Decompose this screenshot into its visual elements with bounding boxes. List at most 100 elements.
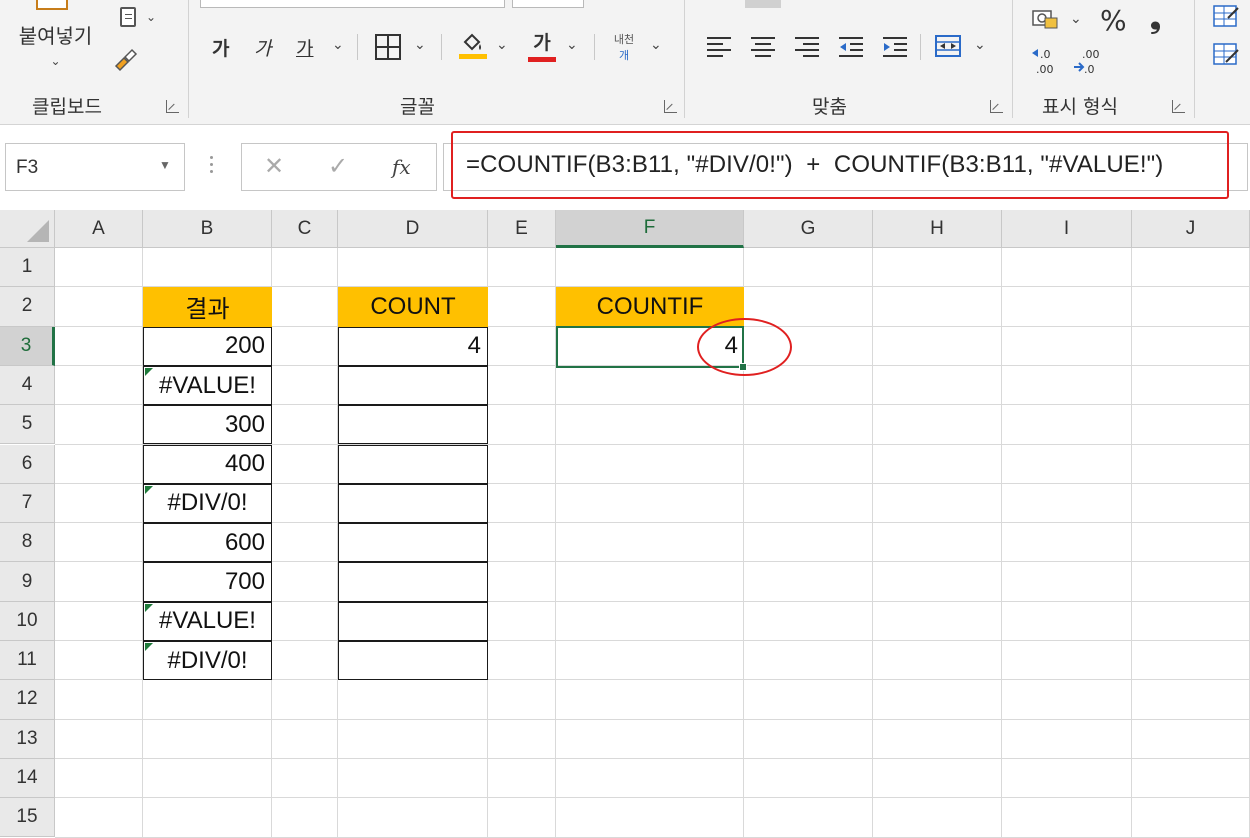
cell-d8[interactable] xyxy=(338,523,488,563)
font-color-dropdown-icon[interactable]: ⌄ xyxy=(566,36,578,53)
font-launcher-icon[interactable] xyxy=(664,100,677,113)
cell-d4[interactable] xyxy=(338,365,488,406)
cell-d10[interactable] xyxy=(338,601,488,641)
borders-dropdown-icon[interactable]: ⌄ xyxy=(414,36,426,53)
bold-button[interactable]: 가 xyxy=(212,34,229,61)
column-header-h[interactable]: H xyxy=(873,210,1002,248)
accounting-dropdown-icon[interactable]: ⌄ xyxy=(1070,10,1082,27)
align-right-button[interactable] xyxy=(792,32,822,60)
paste-button[interactable]: 붙여넣기 ⌄ xyxy=(8,0,103,80)
percent-button[interactable]: % xyxy=(1100,4,1127,37)
row-header-9[interactable]: 9 xyxy=(0,562,55,602)
decrease-indent-button[interactable] xyxy=(836,32,866,60)
cancel-icon[interactable]: ✕ xyxy=(264,152,284,181)
row-header-12[interactable]: 12 xyxy=(0,680,55,720)
format-painter-button[interactable] xyxy=(108,42,142,76)
cell-b3[interactable]: 200 xyxy=(143,326,272,366)
column-header-f[interactable]: F xyxy=(556,210,744,248)
row-header-1[interactable]: 1 xyxy=(0,248,55,288)
font-color-button[interactable]: 가 xyxy=(526,28,558,62)
cell-d2[interactable]: COUNT xyxy=(338,287,488,327)
decrease-decimal-button[interactable]: .00.0 xyxy=(1072,44,1104,78)
italic-button[interactable]: 가 xyxy=(254,34,271,61)
row-header-11[interactable]: 11 xyxy=(0,641,55,681)
font-size-box[interactable] xyxy=(512,0,584,8)
column-header-g[interactable]: G xyxy=(744,210,873,248)
conditional-format-button[interactable] xyxy=(1210,2,1242,32)
cell-b4[interactable]: #VALUE! xyxy=(143,365,272,406)
enter-icon[interactable]: ✓ xyxy=(328,152,348,181)
merge-center-button[interactable] xyxy=(932,32,964,60)
cell-b2[interactable]: 결과 xyxy=(143,287,272,327)
row-header-15[interactable]: 15 xyxy=(0,798,55,838)
row-header-10[interactable]: 10 xyxy=(0,601,55,641)
error-indicator-icon[interactable] xyxy=(145,367,153,376)
column-header-j[interactable]: J xyxy=(1132,210,1250,248)
cell-b7[interactable]: #DIV/0! xyxy=(143,483,272,524)
row-header-13[interactable]: 13 xyxy=(0,719,55,759)
merge-dropdown-icon[interactable]: ⌄ xyxy=(974,36,986,53)
cell-f2[interactable]: COUNTIF xyxy=(556,287,744,327)
insert-function-icon[interactable]: fx xyxy=(392,155,411,179)
underline-button[interactable]: 가 xyxy=(296,34,313,61)
row-header-5[interactable]: 5 xyxy=(0,405,55,445)
cell-d9[interactable] xyxy=(338,562,488,602)
align-top-button[interactable] xyxy=(745,0,781,8)
row-header-7[interactable]: 7 xyxy=(0,483,55,524)
cell-d11[interactable] xyxy=(338,641,488,681)
number-launcher-icon[interactable] xyxy=(1172,100,1185,113)
row-header-4[interactable]: 4 xyxy=(0,365,55,406)
clipboard-launcher-icon[interactable] xyxy=(166,100,179,113)
borders-icon xyxy=(375,34,401,60)
fill-color-button[interactable] xyxy=(456,28,490,62)
cell-d3[interactable]: 4 xyxy=(338,326,488,366)
column-header-c[interactable]: C xyxy=(272,210,338,248)
alignment-launcher-icon[interactable] xyxy=(990,100,1003,113)
select-all-button[interactable] xyxy=(0,210,55,248)
accounting-format-button[interactable] xyxy=(1030,6,1060,32)
copy-button[interactable]: ⌄ xyxy=(108,2,168,32)
cell-b10[interactable]: #VALUE! xyxy=(143,601,272,641)
gridline-horizontal xyxy=(55,797,1250,799)
font-name-box[interactable] xyxy=(200,0,505,8)
cell-d5[interactable] xyxy=(338,405,488,445)
cell-d7[interactable] xyxy=(338,483,488,524)
row-header-3[interactable]: 3 xyxy=(0,326,55,366)
column-header-a[interactable]: A xyxy=(55,210,143,248)
error-indicator-icon[interactable] xyxy=(145,643,153,651)
row-header-8[interactable]: 8 xyxy=(0,523,55,563)
cell-b9[interactable]: 700 xyxy=(143,562,272,602)
comma-button[interactable]: ❟ xyxy=(1150,2,1161,36)
name-box[interactable]: F3 xyxy=(5,143,185,191)
align-center-button[interactable] xyxy=(748,32,778,60)
column-header-b[interactable]: B xyxy=(143,210,272,248)
gridline-vertical xyxy=(872,248,873,838)
phonetic-button[interactable]: 내천 개 xyxy=(604,30,644,64)
align-left-button[interactable] xyxy=(704,32,734,60)
cell-b6[interactable]: 400 xyxy=(143,444,272,484)
name-box-dropdown-icon[interactable]: ▼ xyxy=(159,158,171,172)
cell-b8[interactable]: 600 xyxy=(143,523,272,563)
underline-dropdown-icon[interactable]: ⌄ xyxy=(332,36,344,53)
column-header-e[interactable]: E xyxy=(488,210,556,248)
row-header-14[interactable]: 14 xyxy=(0,758,55,799)
fill-color-dropdown-icon[interactable]: ⌄ xyxy=(496,36,508,53)
error-indicator-icon[interactable] xyxy=(145,485,153,494)
column-header-i[interactable]: I xyxy=(1002,210,1132,248)
increase-decimal-button[interactable]: .0.00 xyxy=(1030,44,1060,78)
merge-center-icon xyxy=(935,35,961,57)
group-divider xyxy=(1194,0,1195,118)
column-header-d[interactable]: D xyxy=(338,210,488,248)
cell-d6[interactable] xyxy=(338,444,488,484)
format-as-table-button[interactable] xyxy=(1210,40,1242,70)
increase-indent-button[interactable] xyxy=(880,32,910,60)
cell-b5[interactable]: 300 xyxy=(143,405,272,445)
cell-b11[interactable]: #DIV/0! xyxy=(143,641,272,681)
borders-button[interactable] xyxy=(372,32,404,62)
row-header-2[interactable]: 2 xyxy=(0,287,55,327)
gridline-vertical xyxy=(1131,248,1132,838)
row-header-6[interactable]: 6 xyxy=(0,444,55,484)
formula-bar-grip-icon[interactable] xyxy=(210,152,214,182)
error-indicator-icon[interactable] xyxy=(145,603,153,612)
phonetic-dropdown-icon[interactable]: ⌄ xyxy=(650,36,662,53)
